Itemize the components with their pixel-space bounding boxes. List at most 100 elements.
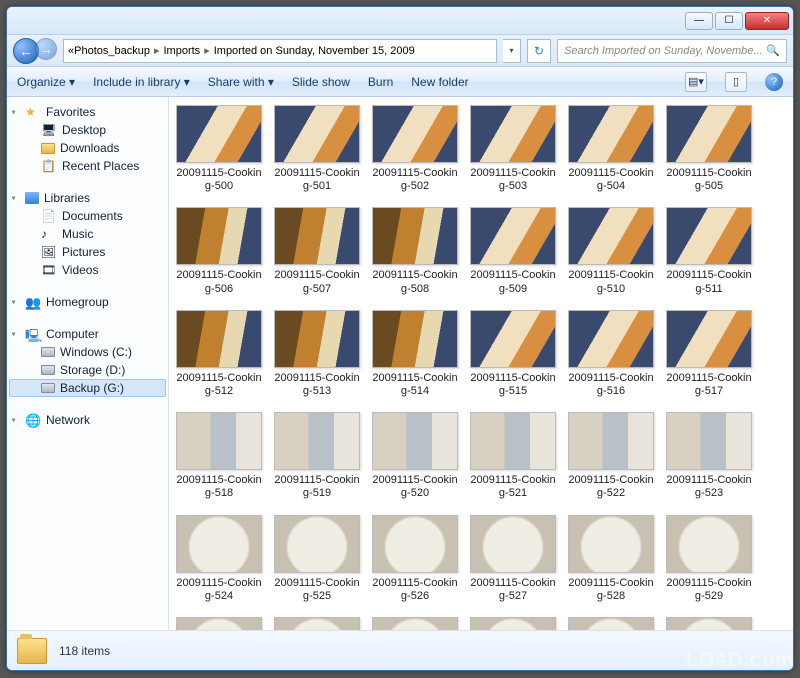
file-thumbnail[interactable]: 20091115-Cooking-501 [271, 105, 363, 193]
crumb-2[interactable]: Imported on Sunday, November 15, 2009 [214, 45, 415, 57]
refresh-button[interactable]: ↻ [527, 39, 551, 63]
file-label: 20091115-Cooking-514 [372, 372, 457, 398]
maximize-button[interactable]: ☐ [715, 12, 743, 30]
file-list-pane[interactable]: 20091115-Cooking-500 20091115-Cooking-501… [169, 97, 793, 630]
file-thumbnail[interactable]: 20091115-Cooking-532 [369, 617, 461, 630]
thumbnail-image [176, 617, 262, 630]
file-label: 20091115-Cooking-523 [666, 474, 751, 500]
search-input[interactable]: Search Imported on Sunday, Novembe... 🔍 [557, 39, 787, 63]
view-options-button[interactable]: ▤▾ [685, 72, 707, 92]
include-in-library-menu[interactable]: Include in library ▾ [93, 75, 190, 89]
navigation-pane[interactable]: ★ Favorites 🖥Desktop Downloads 📋Recent P… [7, 97, 169, 630]
file-thumbnail[interactable]: 20091115-Cooking-504 [565, 105, 657, 193]
file-thumbnail[interactable]: 20091115-Cooking-520 [369, 412, 461, 500]
explorer-window: — ☐ ✕ ← → « Photos_backup ▸ Imports ▸ Im… [6, 6, 794, 671]
file-thumbnail[interactable]: 20091115-Cooking-523 [663, 412, 755, 500]
file-thumbnail[interactable]: 20091115-Cooking-507 [271, 207, 363, 295]
close-button[interactable]: ✕ [745, 12, 789, 30]
organize-menu[interactable]: Organize ▾ [17, 75, 75, 89]
file-thumbnail[interactable]: 20091115-Cooking-534 [565, 617, 657, 630]
sidebar-item-recent[interactable]: 📋Recent Places [9, 157, 166, 175]
file-label: 20091115-Cooking-500 [176, 167, 261, 193]
file-thumbnail[interactable]: 20091115-Cooking-517 [663, 310, 755, 398]
folder-icon [41, 143, 55, 154]
sidebar-item-documents[interactable]: 📄Documents [9, 207, 166, 225]
burn-button[interactable]: Burn [368, 75, 393, 89]
file-thumbnail[interactable]: 20091115-Cooking-524 [173, 515, 265, 603]
file-label: 20091115-Cooking-502 [372, 167, 457, 193]
main-body: ★ Favorites 🖥Desktop Downloads 📋Recent P… [7, 97, 793, 630]
new-folder-button[interactable]: New folder [411, 75, 468, 89]
breadcrumb[interactable]: « Photos_backup ▸ Imports ▸ Imported on … [63, 39, 497, 63]
preview-pane-button[interactable]: ▯ [725, 72, 747, 92]
file-thumbnail[interactable]: 20091115-Cooking-510 [565, 207, 657, 295]
sidebar-item-downloads[interactable]: Downloads [9, 139, 166, 157]
file-thumbnail[interactable]: 20091115-Cooking-528 [565, 515, 657, 603]
thumbnail-image [568, 207, 654, 265]
file-thumbnail[interactable]: 20091115-Cooking-529 [663, 515, 755, 603]
file-thumbnail[interactable]: 20091115-Cooking-530 [173, 617, 265, 630]
file-thumbnail[interactable]: 20091115-Cooking-526 [369, 515, 461, 603]
thumbnail-image [568, 105, 654, 163]
forward-button[interactable]: → [35, 38, 57, 60]
file-thumbnail[interactable]: 20091115-Cooking-516 [565, 310, 657, 398]
sidebar-item-videos[interactable]: 🎞Videos [9, 261, 166, 279]
file-thumbnail[interactable]: 20091115-Cooking-522 [565, 412, 657, 500]
libraries-header[interactable]: Libraries [9, 189, 166, 207]
file-thumbnail[interactable]: 20091115-Cooking-533 [467, 617, 559, 630]
computer-header[interactable]: 🖳 Computer [9, 325, 166, 343]
crumb-0[interactable]: Photos_backup [74, 45, 150, 57]
file-thumbnail[interactable]: 20091115-Cooking-503 [467, 105, 559, 193]
file-thumbnail[interactable]: 20091115-Cooking-502 [369, 105, 461, 193]
file-thumbnail[interactable]: 20091115-Cooking-500 [173, 105, 265, 193]
file-thumbnail[interactable]: 20091115-Cooking-527 [467, 515, 559, 603]
file-label: 20091115-Cooking-524 [176, 577, 261, 603]
thumbnail-image [666, 515, 752, 573]
file-thumbnail[interactable]: 20091115-Cooking-514 [369, 310, 461, 398]
file-thumbnail[interactable]: 20091115-Cooking-521 [467, 412, 559, 500]
file-label: 20091115-Cooking-513 [274, 372, 359, 398]
sidebar-item-drive-d[interactable]: Storage (D:) [9, 361, 166, 379]
file-label: 20091115-Cooking-503 [470, 167, 555, 193]
thumbnail-image [372, 207, 458, 265]
file-thumbnail[interactable]: 20091115-Cooking-525 [271, 515, 363, 603]
file-thumbnail[interactable]: 20091115-Cooking-508 [369, 207, 461, 295]
share-with-menu[interactable]: Share with ▾ [208, 75, 274, 89]
sidebar-item-pictures[interactable]: 🖼Pictures [9, 243, 166, 261]
command-bar: Organize ▾ Include in library ▾ Share wi… [7, 67, 793, 97]
crumb-1[interactable]: Imports [164, 45, 201, 57]
file-thumbnail[interactable]: 20091115-Cooking-506 [173, 207, 265, 295]
file-label: 20091115-Cooking-510 [568, 269, 653, 295]
slideshow-button[interactable]: Slide show [292, 75, 350, 89]
network-label: Network [46, 413, 90, 427]
thumbnail-image [274, 412, 360, 470]
homegroup-header[interactable]: 👥 Homegroup [9, 293, 166, 311]
file-label: 20091115-Cooking-504 [568, 167, 653, 193]
file-thumbnail[interactable]: 20091115-Cooking-505 [663, 105, 755, 193]
thumbnail-image [666, 617, 752, 630]
sidebar-item-desktop[interactable]: 🖥Desktop [9, 121, 166, 139]
minimize-button[interactable]: — [685, 12, 713, 30]
file-thumbnail[interactable]: 20091115-Cooking-518 [173, 412, 265, 500]
sidebar-item-music[interactable]: ♪Music [9, 225, 166, 243]
network-header[interactable]: 🌐 Network [9, 411, 166, 429]
help-button[interactable]: ? [765, 73, 783, 91]
file-label: 20091115-Cooking-519 [274, 474, 359, 500]
file-thumbnail[interactable]: 20091115-Cooking-513 [271, 310, 363, 398]
file-label: 20091115-Cooking-528 [568, 577, 653, 603]
videos-icon: 🎞 [41, 263, 57, 277]
file-thumbnail[interactable]: 20091115-Cooking-509 [467, 207, 559, 295]
file-thumbnail[interactable]: 20091115-Cooking-512 [173, 310, 265, 398]
file-thumbnail[interactable]: 20091115-Cooking-535 [663, 617, 755, 630]
file-thumbnail[interactable]: 20091115-Cooking-511 [663, 207, 755, 295]
file-thumbnail[interactable]: 20091115-Cooking-531 [271, 617, 363, 630]
file-thumbnail[interactable]: 20091115-Cooking-515 [467, 310, 559, 398]
favorites-header[interactable]: ★ Favorites [9, 103, 166, 121]
breadcrumb-history-button[interactable]: ▾ [503, 39, 521, 63]
sidebar-item-drive-g[interactable]: Backup (G:) [9, 379, 166, 397]
chevron-right-icon: ▸ [200, 44, 214, 57]
file-thumbnail[interactable]: 20091115-Cooking-519 [271, 412, 363, 500]
computer-group: 🖳 Computer Windows (C:) Storage (D:) Bac… [9, 325, 166, 397]
homegroup-group: 👥 Homegroup [9, 293, 166, 311]
sidebar-item-drive-c[interactable]: Windows (C:) [9, 343, 166, 361]
